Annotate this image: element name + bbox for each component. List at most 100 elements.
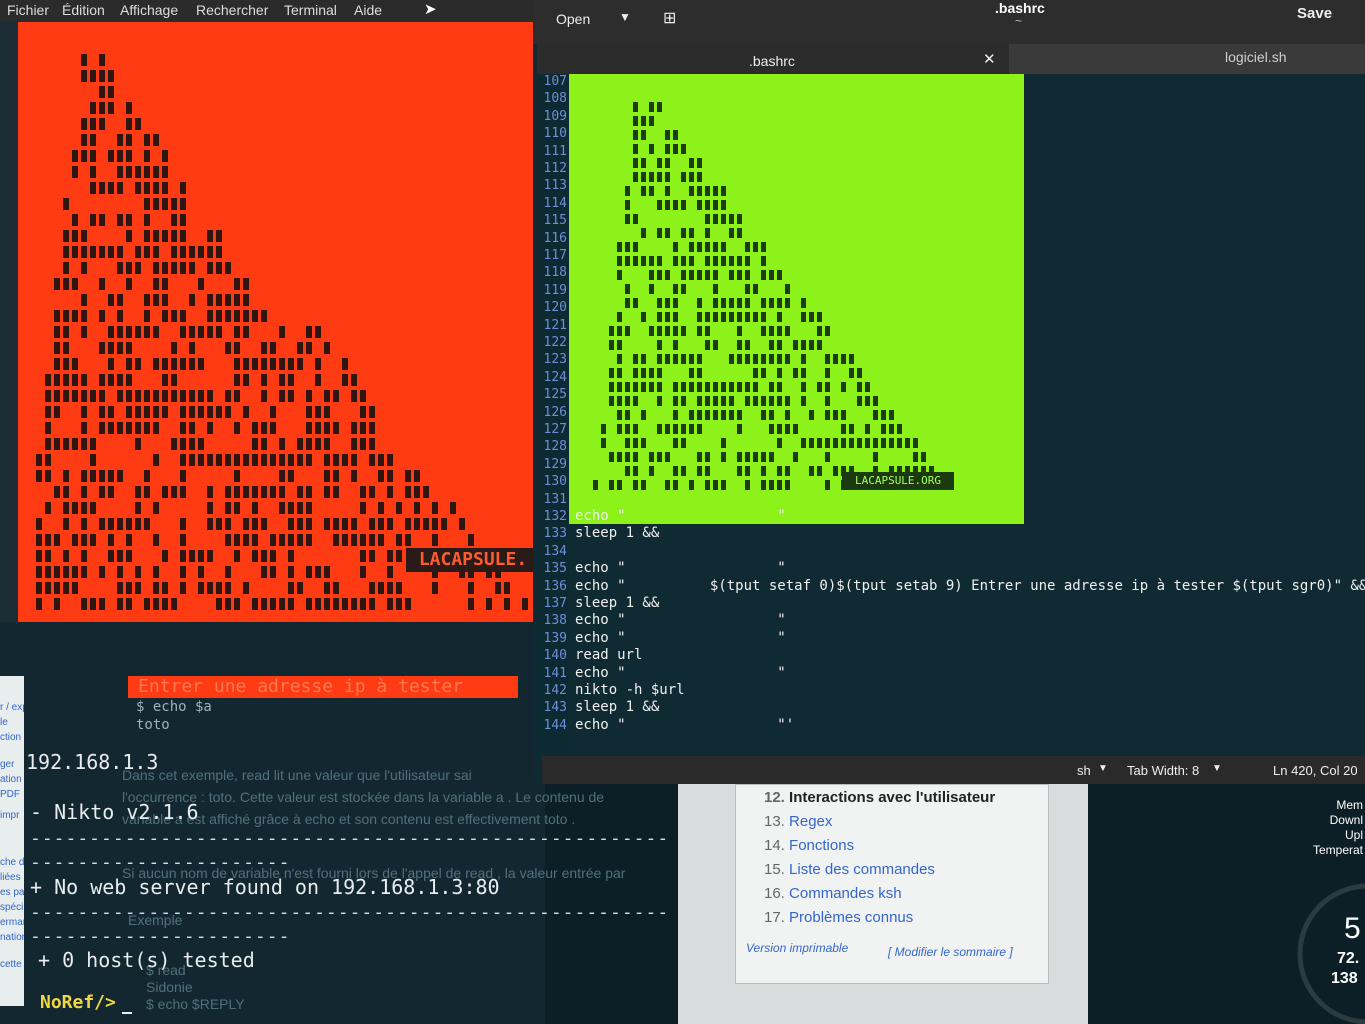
terminal-menubar: Fichier Édition Affichage Rechercher Ter…	[0, 0, 545, 22]
toc-number: 15.	[764, 861, 785, 878]
document-path: ~	[1015, 14, 1023, 28]
mouse-cursor-icon: ➤	[424, 1, 437, 18]
line-number: 140	[543, 648, 567, 663]
line-number: 122	[543, 335, 567, 350]
line-number: 128	[543, 439, 567, 454]
line-number: 129	[543, 457, 567, 472]
lacapsule-logo-text: LACAPSULE.	[406, 548, 540, 572]
line-number: 141	[543, 666, 567, 681]
open-button[interactable]: Open	[556, 11, 590, 27]
line-number: 136	[543, 579, 567, 594]
separator: ----------------------------	[30, 852, 290, 873]
new-tab-icon[interactable]: ⊞	[663, 8, 676, 28]
gauge-value-2: 72.	[1337, 950, 1360, 967]
ascii-art-logo-red	[18, 22, 540, 622]
background-page-links: r / exporterlection gerationPDF impr che…	[0, 702, 24, 970]
ip-prompt-highlight: Entrer une adresse ip à tester	[128, 676, 518, 698]
line-number: 133	[543, 526, 567, 541]
nikto-result: + No web server found on 192.168.1.3:80	[30, 875, 500, 899]
echo-command: $ echo $a	[136, 699, 212, 715]
entered-ip: 192.168.1.3	[26, 750, 159, 774]
code-line[interactable]: echo " "	[575, 665, 786, 681]
line-number: 126	[543, 405, 567, 420]
line-number: 120	[543, 300, 567, 315]
hosts-tested: + 0 host(s) tested	[38, 948, 255, 972]
line-number: 144	[543, 718, 567, 733]
line-number: 113	[543, 178, 567, 193]
tab-bashrc[interactable]: .bashrc ✕	[537, 44, 1009, 74]
toc-item[interactable]: 15. Liste des commandes	[764, 861, 935, 878]
line-number: 111	[543, 144, 567, 159]
menu-terminal[interactable]: Terminal	[284, 2, 337, 18]
code-line[interactable]: echo " "'	[575, 717, 794, 733]
line-number: 108	[543, 91, 567, 106]
line-number: 117	[543, 248, 567, 263]
line-number: 125	[543, 387, 567, 402]
toc-number: 16.	[764, 885, 785, 902]
separator: ----------------------------------------…	[30, 828, 666, 849]
menu-edition[interactable]: Édition	[62, 2, 105, 18]
close-icon[interactable]: ✕	[983, 50, 996, 68]
code-line[interactable]: echo " "	[575, 630, 786, 646]
code-line[interactable]: echo " "	[575, 612, 786, 628]
code-line[interactable]: sleep 1 &&	[575, 525, 659, 541]
line-number: 142	[543, 683, 567, 698]
save-button[interactable]: Save	[1297, 5, 1332, 22]
printable-version-link[interactable]: Version imprimable	[746, 941, 848, 955]
line-number: 112	[543, 161, 567, 176]
language-selector[interactable]: sh	[1077, 763, 1091, 778]
gauge-value: 5	[1344, 912, 1361, 945]
code-line[interactable]: sleep 1 &&	[575, 699, 659, 715]
line-number: 124	[543, 370, 567, 385]
editor-headerbar: Open ▼ ⊞ .bashrc ~ Save	[533, 0, 1365, 44]
toc-item[interactable]: 17. Problèmes connus	[764, 909, 913, 926]
code-line[interactable]: read url	[575, 647, 642, 663]
toc-item[interactable]: 12. Interactions avec l'utilisateur	[764, 789, 995, 806]
chevron-down-icon: ▼	[1098, 763, 1108, 774]
system-monitor: Mem Downl Upl Temperat 5 72. 138	[1088, 784, 1365, 1024]
menu-fichier[interactable]: Fichier	[7, 2, 49, 18]
line-number: 138	[543, 613, 567, 628]
table-of-contents: 12. Interactions avec l'utilisateur 13. R…	[735, 784, 1049, 984]
line-number: 119	[543, 283, 567, 298]
line-number: 116	[543, 231, 567, 246]
editor-statusbar: sh ▼ Tab Width: 8 ▼ Ln 420, Col 20	[542, 756, 1365, 784]
gauge-ring	[1297, 883, 1365, 1024]
menu-rechercher[interactable]: Rechercher	[196, 2, 268, 18]
toc-label: Commandes ksh	[789, 885, 902, 902]
line-number: 115	[543, 213, 567, 228]
line-number: 137	[543, 596, 567, 611]
toc-item[interactable]: 16. Commandes ksh	[764, 885, 902, 902]
toc-number: 12.	[764, 789, 785, 806]
toc-item[interactable]: 13. Regex	[764, 813, 832, 830]
bg-text-line: Dans cet exemple, read lit une valeur qu…	[122, 767, 472, 783]
toc-label: Liste des commandes	[789, 861, 935, 878]
open-dropdown-icon[interactable]: ▼	[619, 10, 631, 24]
code-line[interactable]: echo " $(tput setaf 0)$(tput setab 9) En…	[575, 578, 1365, 594]
menu-aide[interactable]: Aide	[354, 2, 382, 18]
toc-number: 13.	[764, 813, 785, 830]
nikto-version: - Nikto v2.1.6	[30, 800, 199, 824]
line-number: 121	[543, 318, 567, 333]
line-number: 130	[543, 474, 567, 489]
menu-affichage[interactable]: Affichage	[120, 2, 178, 18]
edit-toc-link[interactable]: [ Modifier le sommaire ]	[888, 945, 1013, 959]
tab-label: .bashrc	[749, 53, 795, 69]
toc-label: Regex	[789, 813, 833, 830]
line-number: 131	[543, 492, 567, 507]
code-line[interactable]: echo " "	[575, 560, 786, 576]
tab-label: logiciel.sh	[1225, 49, 1287, 65]
toc-item[interactable]: 14. Fonctions	[764, 837, 854, 854]
tab-logiciel[interactable]: logiciel.sh	[1009, 44, 1365, 74]
toc-label: Fonctions	[789, 837, 855, 854]
code-line[interactable]: echo " "	[575, 508, 786, 524]
bg-text-line: Sidonie	[146, 979, 193, 995]
code-line[interactable]: sleep 1 &&	[575, 595, 659, 611]
text-cursor	[122, 1012, 132, 1014]
line-number: 139	[543, 631, 567, 646]
toc-number: 14.	[764, 837, 785, 854]
monitor-labels: Mem Downl Upl Temperat	[1312, 798, 1363, 857]
tab-width-selector[interactable]: Tab Width: 8	[1127, 763, 1199, 778]
line-number: 135	[543, 561, 567, 576]
code-line[interactable]: nikto -h $url	[575, 682, 685, 698]
